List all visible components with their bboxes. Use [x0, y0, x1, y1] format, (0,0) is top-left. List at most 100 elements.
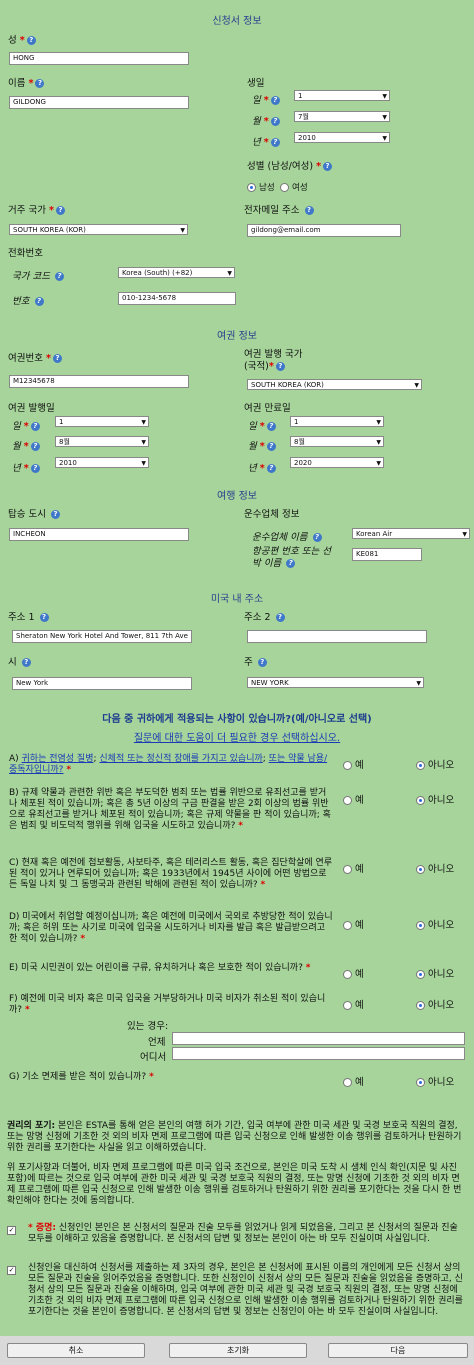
expiry-day-select[interactable]: 1 ▼: [290, 416, 384, 427]
qa-yes-radio[interactable]: 예: [343, 757, 364, 771]
male-radio[interactable]: 남성: [247, 183, 275, 193]
help-icon[interactable]: ?: [266, 464, 276, 473]
proxy-text: 신청인을 대신하여 신청서를 제출하는 제 3자의 경우, 본인은 본 신청서에…: [28, 1263, 463, 1317]
qb-no-radio[interactable]: 아니오: [416, 792, 454, 806]
address1-input[interactable]: Sheraton New York Hotel And Tower, 811 7…: [12, 630, 192, 643]
help-icon[interactable]: ?: [30, 442, 40, 451]
phone-number-input[interactable]: 010-1234-5678: [118, 292, 236, 305]
help-icon[interactable]: ?: [304, 206, 314, 215]
dob-day-select[interactable]: 1 ▼: [294, 90, 390, 101]
chevron-down-icon: ▼: [414, 382, 419, 389]
carrier-name-label: 운수업체 이름 ?: [252, 529, 322, 543]
chevron-down-icon: ▼: [376, 419, 381, 426]
country-code-label: 국가 코드 ?: [12, 268, 65, 282]
carrier-name-select[interactable]: Korean Air ▼: [352, 528, 470, 539]
residence-select[interactable]: SOUTH KOREA (KOR) ▼: [9, 224, 188, 235]
help-icon[interactable]: ?: [21, 658, 31, 667]
chevron-down-icon: ▼: [382, 114, 387, 121]
when-input[interactable]: [172, 1032, 465, 1045]
surname-input[interactable]: HONG: [9, 52, 189, 65]
email-input[interactable]: gildong@email.com: [247, 224, 401, 237]
address2-label: 주소 2 ?: [244, 609, 285, 623]
help-icon[interactable]: ?: [275, 362, 285, 371]
surname-label: 성 *?: [8, 32, 36, 46]
help-icon[interactable]: ?: [286, 559, 296, 568]
chevron-down-icon: ▼: [462, 531, 467, 538]
qf-yes-radio[interactable]: 예: [343, 997, 364, 1011]
qf-no-radio[interactable]: 아니오: [416, 997, 454, 1011]
help-icon[interactable]: ?: [35, 79, 45, 88]
issuing-country-select[interactable]: SOUTH KOREA (KOR) ▼: [247, 379, 422, 390]
eligibility-help-link[interactable]: 질문에 대한 도움이 더 필요한 경우 선택하십시오.: [0, 729, 474, 744]
dob-year-select[interactable]: 2010 ▼: [294, 132, 390, 143]
state-label: 주 ?: [244, 654, 267, 668]
certify-checkbox[interactable]: ✓: [7, 1225, 16, 1235]
certify-text: * 증명: 신청인인 본인은 본 신청서의 질문과 진술 모두를 읽었거나 읽게…: [28, 1223, 458, 1244]
qc-yes-radio[interactable]: 예: [343, 861, 364, 875]
state-select[interactable]: NEW YORK ▼: [247, 677, 424, 688]
female-radio[interactable]: 여성: [280, 183, 308, 193]
help-icon[interactable]: ?: [34, 297, 44, 306]
us-city-input[interactable]: New York: [12, 677, 192, 690]
link-physical-mental-disorder[interactable]: 신체적 또는 정신적 장애를 가지고 있습니까: [99, 754, 262, 764]
chevron-down-icon: ▼: [141, 439, 146, 446]
link-communicable-disease[interactable]: 귀하는 전염성 질병: [22, 754, 94, 764]
expiry-year-select[interactable]: 2020 ▼: [290, 457, 384, 468]
qb-yes-radio[interactable]: 예: [343, 792, 364, 806]
help-icon[interactable]: ?: [323, 162, 333, 171]
qe-yes-radio[interactable]: 예: [343, 966, 364, 980]
expiry-month-select[interactable]: 8월 ▼: [290, 436, 384, 447]
expiry-year-label: 년 *?: [248, 460, 276, 474]
expiry-month-label: 월 *?: [248, 438, 276, 452]
help-icon[interactable]: ?: [26, 36, 36, 45]
question-d: D) 미국에서 취업할 예정이십니까; 혹은 예전에 미국에서 국외로 추방당한…: [9, 912, 333, 944]
qg-no-radio[interactable]: 아니오: [416, 1074, 454, 1088]
help-icon[interactable]: ?: [275, 613, 285, 622]
issuing-country-label-2: (국적)*?: [244, 358, 285, 372]
expiry-date-label: 여권 만료일: [244, 403, 291, 414]
issue-day-select[interactable]: 1 ▼: [55, 416, 149, 427]
reset-button[interactable]: 초기화: [169, 1343, 307, 1358]
help-icon[interactable]: ?: [270, 117, 280, 126]
qc-no-radio[interactable]: 아니오: [416, 861, 454, 875]
next-button[interactable]: 다음: [328, 1343, 468, 1358]
help-icon[interactable]: ?: [30, 422, 40, 431]
help-icon[interactable]: ?: [266, 422, 276, 431]
where-input[interactable]: [172, 1047, 465, 1060]
address1-label: 주소 1 ?: [8, 609, 49, 623]
boarding-city-input[interactable]: INCHEON: [9, 528, 189, 541]
section-header-travel: 여행 정보: [217, 491, 257, 502]
help-icon[interactable]: ?: [51, 510, 61, 519]
help-icon[interactable]: ?: [39, 613, 49, 622]
qd-no-radio[interactable]: 아니오: [416, 917, 454, 931]
dob-month-label: 월 *?: [252, 113, 280, 127]
section-header-us-address: 미국 내 주소: [210, 594, 264, 605]
chevron-down-icon: ▼: [376, 439, 381, 446]
chevron-down-icon: ▼: [227, 270, 232, 277]
qd-yes-radio[interactable]: 예: [343, 917, 364, 931]
passport-number-input[interactable]: M12345678: [9, 375, 189, 388]
help-icon[interactable]: ?: [257, 658, 267, 667]
phone-number-label: 번호 ?: [12, 293, 44, 307]
qa-no-radio[interactable]: 아니오: [416, 757, 454, 771]
help-icon[interactable]: ?: [55, 206, 65, 215]
help-icon[interactable]: ?: [30, 464, 40, 473]
help-icon[interactable]: ?: [52, 354, 62, 363]
address2-input[interactable]: [247, 630, 427, 643]
proxy-checkbox[interactable]: ✓: [7, 1265, 16, 1275]
help-icon[interactable]: ?: [55, 272, 65, 281]
issue-year-select[interactable]: 2010 ▼: [55, 457, 149, 468]
country-code-select[interactable]: Korea (South) (+82) ▼: [118, 267, 235, 278]
dob-month-select[interactable]: 7월 ▼: [294, 111, 390, 122]
qg-yes-radio[interactable]: 예: [343, 1074, 364, 1088]
given-name-input[interactable]: GILDONG: [9, 96, 189, 109]
flight-number-input[interactable]: KE081: [352, 548, 422, 561]
help-icon[interactable]: ?: [270, 96, 280, 105]
issue-month-select[interactable]: 8월 ▼: [55, 436, 149, 447]
help-icon[interactable]: ?: [266, 442, 276, 451]
help-icon[interactable]: ?: [312, 533, 322, 542]
qe-no-radio[interactable]: 아니오: [416, 966, 454, 980]
help-icon[interactable]: ?: [270, 138, 280, 147]
issue-day-label: 일 *?: [12, 418, 40, 432]
cancel-button[interactable]: 취소: [7, 1343, 145, 1358]
